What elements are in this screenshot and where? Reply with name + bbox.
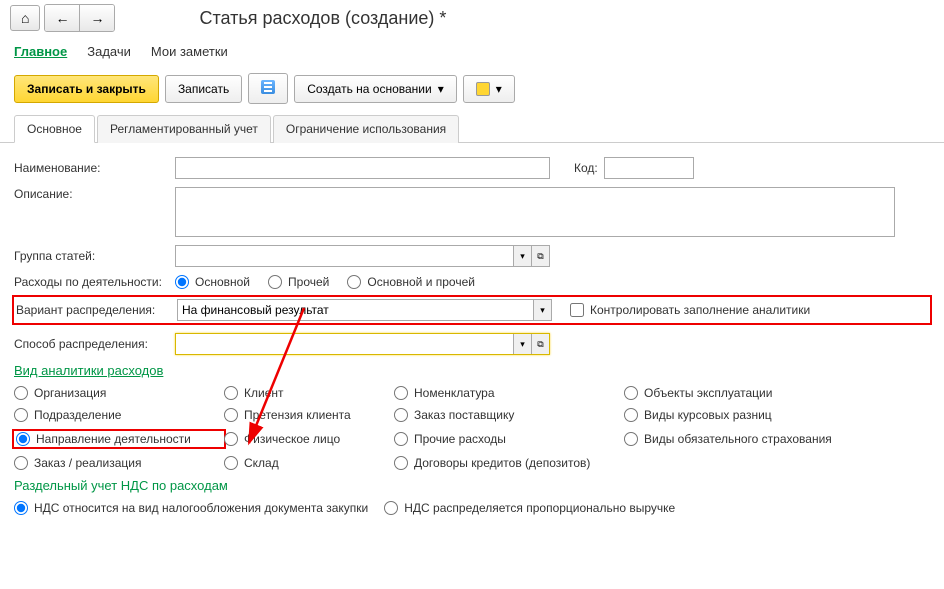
dropdown-button[interactable]: ▾ <box>513 246 531 266</box>
opt-other-exp[interactable]: Прочие расходы <box>394 430 624 448</box>
opt-insurance[interactable]: Виды обязательного страхования <box>624 430 904 448</box>
variant-combo[interactable]: ▾ <box>177 299 552 321</box>
database-icon <box>261 80 275 94</box>
action-icon <box>476 82 490 96</box>
save-close-button[interactable]: Записать и закрыть <box>14 75 159 103</box>
opt-org[interactable]: Организация <box>14 386 224 400</box>
tab-main[interactable]: Основное <box>14 115 95 143</box>
activity-label: Расходы по деятельности: <box>14 275 169 289</box>
dropdown-button[interactable]: ▾ <box>513 334 531 354</box>
list-button[interactable] <box>248 73 288 104</box>
vat-opt1[interactable]: НДС относится на вид налогообложения док… <box>14 501 368 515</box>
dropdown-button[interactable]: ▾ <box>533 300 551 320</box>
opt-fx[interactable]: Виды курсовых разниц <box>624 408 904 422</box>
method-input[interactable] <box>176 334 513 354</box>
opt-supplier-order[interactable]: Заказ поставщику <box>394 408 624 422</box>
analytics-grid: Организация Клиент Номенклатура Объекты … <box>14 386 930 470</box>
variant-input[interactable] <box>178 300 533 320</box>
tab-reg[interactable]: Регламентированный учет <box>97 115 271 143</box>
group-label: Группа статей: <box>14 249 169 263</box>
opt-client[interactable]: Клиент <box>224 386 394 400</box>
opt-claim[interactable]: Претензия клиента <box>224 408 394 422</box>
open-button[interactable]: ⧉ <box>531 334 549 354</box>
nav-tasks[interactable]: Задачи <box>87 44 131 59</box>
opt-direction[interactable]: Направление деятельности <box>12 429 226 449</box>
tab-limit[interactable]: Ограничение использования <box>273 115 459 143</box>
opt-nomenclature[interactable]: Номенклатура <box>394 386 624 400</box>
variant-row: Вариант распределения: ▾ Контролировать … <box>12 295 932 325</box>
method-label: Способ распределения: <box>14 337 169 351</box>
name-label: Наименование: <box>14 161 169 175</box>
variant-label: Вариант распределения: <box>16 303 171 317</box>
chevron-down-icon: ▾ <box>496 82 502 96</box>
top-toolbar: ⌂ ← → Статья расходов (создание) * <box>0 0 944 36</box>
create-based-button[interactable]: Создать на основании▾ <box>294 75 457 103</box>
activity-both-option[interactable]: Основной и прочей <box>347 275 475 289</box>
save-button[interactable]: Записать <box>165 75 242 103</box>
back-button[interactable]: ← <box>45 5 80 31</box>
analytics-header: Вид аналитики расходов <box>14 363 930 378</box>
nav-main[interactable]: Главное <box>14 44 67 59</box>
home-button[interactable]: ⌂ <box>10 5 40 31</box>
vat-header: Раздельный учет НДС по расходам <box>14 478 930 493</box>
opt-dept[interactable]: Подразделение <box>14 408 224 422</box>
action-bar: Записать и закрыть Записать Создать на о… <box>0 69 944 114</box>
group-input[interactable] <box>176 246 513 266</box>
desc-input[interactable] <box>175 187 895 237</box>
code-input[interactable] <box>604 157 694 179</box>
code-label: Код: <box>574 161 598 175</box>
name-input[interactable] <box>175 157 550 179</box>
opt-objects[interactable]: Объекты эксплуатации <box>624 386 904 400</box>
form-tabs: Основное Регламентированный учет Огранич… <box>0 114 944 143</box>
page-title: Статья расходов (создание) * <box>199 8 446 29</box>
nav-notes[interactable]: Мои заметки <box>151 44 228 59</box>
chevron-down-icon: ▾ <box>438 82 444 96</box>
group-combo[interactable]: ▾ ⧉ <box>175 245 550 267</box>
opt-person[interactable]: Физическое лицо <box>224 430 394 448</box>
open-button[interactable]: ⧉ <box>531 246 549 266</box>
opt-credit[interactable]: Договоры кредитов (депозитов) <box>394 456 624 470</box>
vat-opt2[interactable]: НДС распределяется пропорционально выруч… <box>384 501 675 515</box>
opt-warehouse[interactable]: Склад <box>224 456 394 470</box>
form-body: Наименование: Код: Описание: Группа стат… <box>0 143 944 537</box>
forward-button[interactable]: → <box>80 5 114 31</box>
more-button[interactable]: ▾ <box>463 75 515 103</box>
control-checkbox[interactable]: Контролировать заполнение аналитики <box>570 303 810 317</box>
activity-main-option[interactable]: Основной <box>175 275 250 289</box>
opt-order[interactable]: Заказ / реализация <box>14 456 224 470</box>
desc-label: Описание: <box>14 187 169 201</box>
method-combo[interactable]: ▾ ⧉ <box>175 333 550 355</box>
nav-group: ← → <box>44 4 115 32</box>
activity-other-option[interactable]: Прочей <box>268 275 329 289</box>
nav-tabs: Главное Задачи Мои заметки <box>0 36 944 69</box>
